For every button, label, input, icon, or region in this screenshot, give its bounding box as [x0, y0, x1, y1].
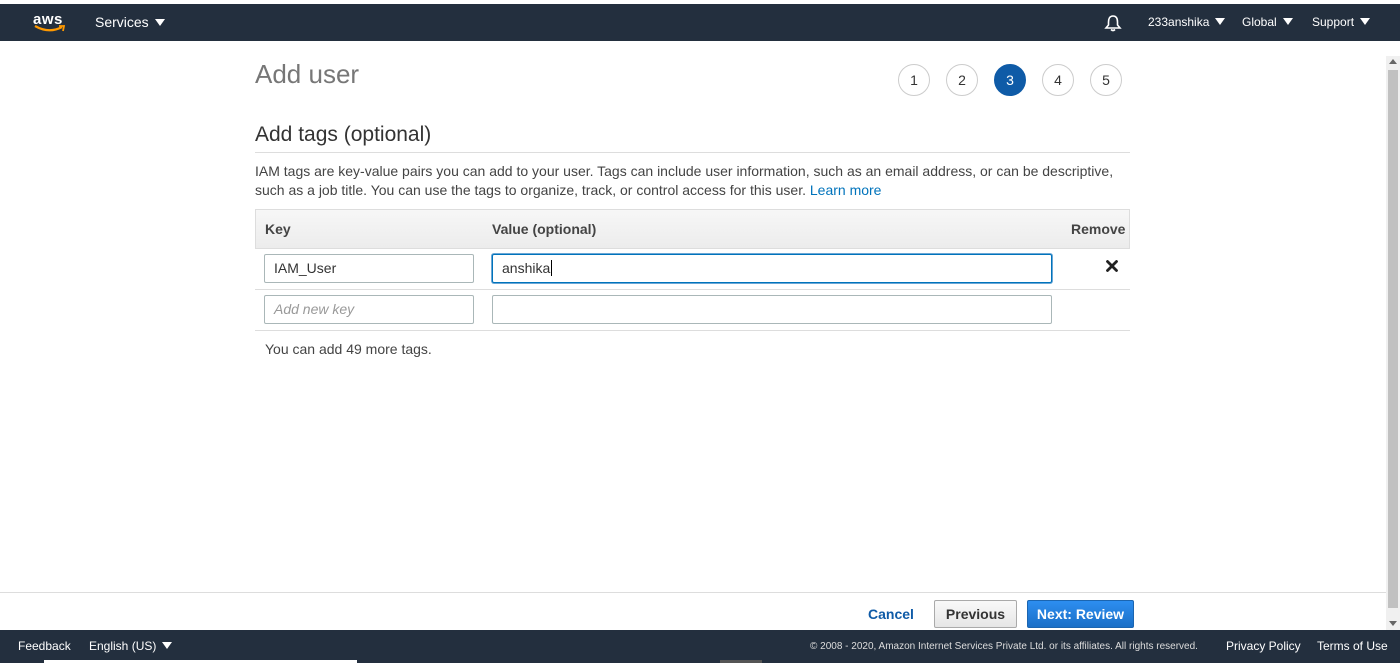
scrollbar-thumb[interactable] [1388, 70, 1398, 608]
account-menu[interactable]: 233anshika [1148, 4, 1226, 41]
tag-key-input[interactable]: IAM_User [264, 254, 474, 283]
services-label: Services [95, 14, 149, 30]
tags-description: IAM tags are key-value pairs you can add… [255, 162, 1130, 200]
language-selector[interactable]: English (US) [89, 630, 173, 663]
close-icon[interactable] [1105, 259, 1119, 273]
column-header-key: Key [265, 221, 291, 237]
step-4[interactable]: 4 [1042, 64, 1074, 96]
step-1[interactable]: 1 [898, 64, 930, 96]
language-label: English (US) [89, 639, 157, 653]
caret-down-icon [162, 642, 173, 650]
caret-down-icon [1215, 18, 1226, 26]
previous-button[interactable]: Previous [934, 600, 1017, 628]
tags-table-header: Key Value (optional) Remove [255, 209, 1130, 249]
step-5[interactable]: 5 [1090, 64, 1122, 96]
tag-key-value: IAM_User [274, 260, 337, 276]
remaining-tags-text: You can add 49 more tags. [265, 341, 432, 357]
next-review-button[interactable]: Next: Review [1027, 600, 1134, 628]
column-header-value: Value (optional) [492, 221, 597, 237]
services-menu[interactable]: Services [95, 4, 165, 41]
step-3-active[interactable]: 3 [994, 64, 1026, 96]
wizard-action-bar: Cancel Previous Next: Review [0, 592, 1386, 630]
top-navigation-bar: aws Services 233anshika Global Support [0, 0, 1400, 41]
region-label: Global [1242, 15, 1277, 29]
feedback-link[interactable]: Feedback [18, 630, 71, 663]
column-header-remove: Remove [1071, 221, 1126, 237]
terms-of-use-link[interactable]: Terms of Use [1317, 630, 1388, 663]
new-tag-value-input[interactable] [492, 295, 1052, 324]
bell-icon[interactable] [1104, 14, 1122, 32]
vertical-scrollbar[interactable] [1386, 56, 1400, 630]
region-menu[interactable]: Global [1242, 4, 1293, 41]
text-cursor [551, 260, 553, 277]
account-label: 233anshika [1148, 15, 1210, 29]
cancel-button[interactable]: Cancel [856, 600, 926, 628]
caret-down-icon [1360, 18, 1371, 26]
privacy-policy-link[interactable]: Privacy Policy [1226, 630, 1301, 663]
copyright-text: © 2008 - 2020, Amazon Internet Services … [810, 641, 1198, 652]
new-tag-key-input[interactable]: Add new key [264, 295, 474, 324]
aws-smile-icon [34, 25, 66, 32]
page-title: Add user [255, 59, 360, 89]
support-label: Support [1312, 15, 1355, 29]
caret-down-icon [154, 18, 165, 26]
tag-row: IAM_User anshika [255, 249, 1130, 290]
learn-more-link[interactable]: Learn more [810, 182, 882, 198]
tag-value-input[interactable]: anshika [492, 254, 1052, 283]
section-title: Add tags (optional) [255, 123, 432, 146]
caret-down-icon [1282, 18, 1293, 26]
console-footer: Feedback English (US) © 2008 - 2020, Ama… [0, 630, 1400, 663]
aws-logo[interactable]: aws [33, 11, 67, 37]
support-menu[interactable]: Support [1312, 4, 1371, 41]
new-tag-row: Add new key [255, 290, 1130, 331]
scroll-up-arrow-icon[interactable] [1389, 59, 1397, 64]
scroll-down-arrow-icon[interactable] [1389, 621, 1397, 626]
description-text: IAM tags are key-value pairs you can add… [255, 163, 1114, 198]
new-key-placeholder: Add new key [274, 301, 355, 317]
section-divider [255, 152, 1130, 153]
step-2[interactable]: 2 [946, 64, 978, 96]
tag-value-value: anshika [502, 260, 551, 276]
